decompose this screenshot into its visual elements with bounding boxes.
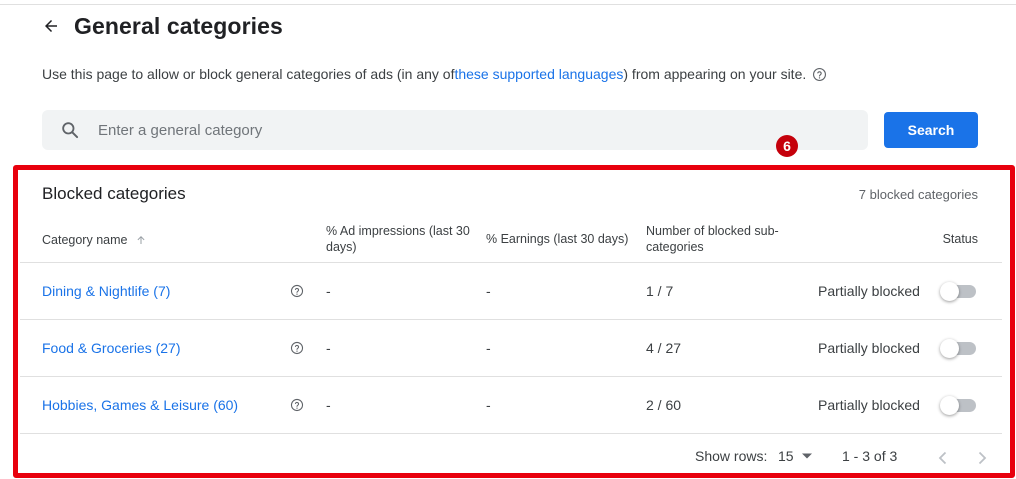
supported-languages-link[interactable]: these supported languages bbox=[454, 66, 623, 82]
impressions-value: - bbox=[326, 283, 331, 299]
column-header-impressions: % Ad impressions (last 30 days) bbox=[326, 224, 470, 254]
search-icon bbox=[60, 120, 80, 140]
category-link[interactable]: Hobbies, Games & Leisure (60) bbox=[42, 377, 238, 433]
search-button[interactable]: Search bbox=[884, 112, 978, 148]
chevron-left-icon[interactable] bbox=[935, 450, 949, 466]
block-toggle[interactable] bbox=[940, 396, 978, 415]
table-row: Food & Groceries (27) - - 4 / 27 Partial… bbox=[20, 320, 1002, 376]
page-range-label: 1 - 3 of 3 bbox=[842, 448, 898, 464]
category-link[interactable]: Food & Groceries (27) bbox=[42, 320, 181, 376]
arrow-back-icon[interactable] bbox=[40, 15, 62, 37]
status-label: Partially blocked bbox=[818, 397, 920, 413]
help-circle-icon[interactable] bbox=[290, 377, 304, 433]
status-label: Partially blocked bbox=[818, 283, 920, 299]
category-search-input[interactable] bbox=[98, 121, 798, 139]
earnings-value: - bbox=[486, 397, 491, 413]
column-header-status: Status bbox=[942, 232, 978, 246]
status-label: Partially blocked bbox=[818, 340, 920, 356]
page-header: General categories bbox=[40, 12, 283, 40]
impressions-value: - bbox=[326, 340, 331, 356]
subcategories-value: 4 / 27 bbox=[646, 340, 682, 356]
rows-per-page-select[interactable]: 15 bbox=[778, 448, 812, 464]
subcategories-value: 2 / 60 bbox=[646, 397, 682, 413]
table-row: Dining & Nightlife (7) - - 1 / 7 Partial… bbox=[20, 263, 1002, 319]
column-header-subcategories: Number of blocked sub-categories bbox=[646, 224, 779, 254]
page-title: General categories bbox=[74, 12, 283, 39]
toggle-thumb bbox=[940, 339, 959, 358]
block-toggle[interactable] bbox=[940, 282, 978, 301]
impressions-value: - bbox=[326, 397, 331, 413]
rows-per-page-value: 15 bbox=[778, 448, 794, 464]
category-link[interactable]: Dining & Nightlife (7) bbox=[42, 263, 170, 319]
toggle-thumb bbox=[940, 396, 959, 415]
rows-per-page-label: Show rows: bbox=[695, 448, 768, 464]
arrow-up-sort-icon[interactable] bbox=[135, 234, 147, 246]
row-divider bbox=[20, 433, 1002, 434]
chevron-right-icon[interactable] bbox=[975, 450, 989, 466]
column-header-category[interactable]: Category name bbox=[42, 232, 147, 248]
table-row: Hobbies, Games & Leisure (60) - - 2 / 60… bbox=[20, 377, 1002, 433]
step-number-badge: 6 bbox=[776, 135, 798, 157]
blocked-count-label: 7 blocked categories bbox=[858, 187, 978, 202]
toggle-thumb bbox=[940, 282, 959, 301]
dropdown-arrow-icon bbox=[801, 453, 812, 459]
description-text-after: ) from appearing on your site. bbox=[623, 66, 807, 82]
description-text-before: Use this page to allow or block general … bbox=[42, 66, 455, 82]
blocked-categories-title: Blocked categories bbox=[42, 184, 186, 203]
column-header-category-label: Category name bbox=[42, 233, 128, 247]
earnings-value: - bbox=[486, 283, 491, 299]
subcategories-value: 1 / 7 bbox=[646, 283, 674, 299]
column-header-earnings: % Earnings (last 30 days) bbox=[486, 232, 629, 246]
top-divider bbox=[0, 4, 1016, 5]
earnings-value: - bbox=[486, 340, 491, 356]
help-circle-icon[interactable] bbox=[812, 67, 827, 82]
page-description: Use this page to allow or block general … bbox=[42, 66, 827, 82]
help-circle-icon[interactable] bbox=[290, 320, 304, 376]
search-bar bbox=[42, 110, 868, 150]
block-toggle[interactable] bbox=[940, 339, 978, 358]
help-circle-icon[interactable] bbox=[290, 263, 304, 319]
